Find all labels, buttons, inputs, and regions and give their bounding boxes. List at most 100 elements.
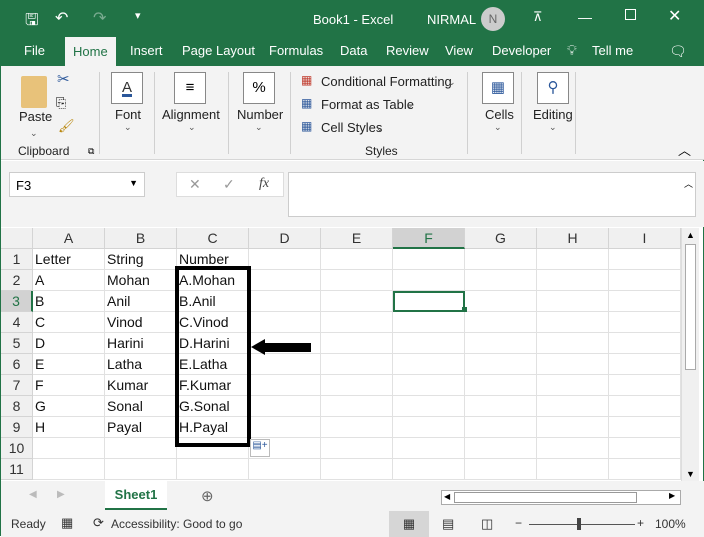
ribbon-display-icon[interactable]: ⊼ <box>533 9 543 25</box>
zoom-slider-thumb[interactable] <box>577 518 581 530</box>
tab-review[interactable]: Review <box>386 43 429 58</box>
cell-I2[interactable] <box>609 270 681 291</box>
cell-F2[interactable] <box>393 270 465 291</box>
cell-B4[interactable]: Vinod <box>105 312 177 333</box>
zoom-level[interactable]: 100% <box>655 517 686 531</box>
tab-formulas[interactable]: Formulas <box>269 43 323 58</box>
cell-B3[interactable]: Anil <box>105 291 177 312</box>
column-header-I[interactable]: I <box>609 228 681 249</box>
macro-recording-icon[interactable]: ▦ <box>61 515 73 531</box>
cancel-icon[interactable]: ✕ <box>189 176 201 193</box>
cell-G11[interactable] <box>465 459 537 480</box>
cell-H6[interactable] <box>537 354 609 375</box>
tab-data[interactable]: Data <box>340 43 367 58</box>
cell-E10[interactable] <box>321 438 393 459</box>
cell-I7[interactable] <box>609 375 681 396</box>
row-header-1[interactable]: 1 <box>1 249 33 270</box>
comments-icon[interactable]: 🗨︎ <box>669 43 687 60</box>
maximize-button[interactable] <box>625 9 636 20</box>
undo-icon[interactable]: ↶ <box>55 8 68 28</box>
cell-D3[interactable] <box>249 291 321 312</box>
cell-B9[interactable]: Payal <box>105 417 177 438</box>
avatar[interactable]: N <box>481 7 505 31</box>
cell-A3[interactable]: B <box>33 291 105 312</box>
row-header-3[interactable]: 3 <box>1 291 33 312</box>
cell-G6[interactable] <box>465 354 537 375</box>
cells-button[interactable]: Cells <box>485 107 514 122</box>
cell-A1[interactable]: Letter <box>33 249 105 270</box>
cell-H1[interactable] <box>537 249 609 270</box>
redo-icon[interactable]: ↷ <box>93 8 106 28</box>
cell-H4[interactable] <box>537 312 609 333</box>
font-icon[interactable]: A <box>111 72 143 104</box>
cell-F4[interactable] <box>393 312 465 333</box>
close-button[interactable]: ✕ <box>668 6 681 26</box>
next-sheet-icon[interactable]: ▶ <box>57 489 65 500</box>
page-break-view-icon[interactable]: ◫ <box>481 516 493 532</box>
dialog-launcher-icon[interactable]: ⧉ <box>88 146 94 157</box>
cell-D1[interactable] <box>249 249 321 270</box>
cell-G8[interactable] <box>465 396 537 417</box>
row-header-4[interactable]: 4 <box>1 312 33 333</box>
number-button[interactable]: Number <box>237 107 283 122</box>
cell-B8[interactable]: Sonal <box>105 396 177 417</box>
conditional-formatting-button[interactable]: Conditional Formatting <box>321 74 452 89</box>
cell-E1[interactable] <box>321 249 393 270</box>
font-button[interactable]: Font <box>115 107 141 122</box>
cell-G7[interactable] <box>465 375 537 396</box>
cell-B2[interactable]: Mohan <box>105 270 177 291</box>
cell-I3[interactable] <box>609 291 681 312</box>
flash-fill-options-icon[interactable]: ▤+ <box>250 439 270 457</box>
cell-F11[interactable] <box>393 459 465 480</box>
formula-input[interactable] <box>288 172 696 217</box>
enter-icon[interactable]: ✓ <box>223 176 235 193</box>
row-header-9[interactable]: 9 <box>1 417 33 438</box>
cell-F9[interactable] <box>393 417 465 438</box>
column-header-E[interactable]: E <box>321 228 393 249</box>
cell-I10[interactable] <box>609 438 681 459</box>
select-all-corner[interactable] <box>1 228 33 249</box>
row-header-10[interactable]: 10 <box>1 438 33 459</box>
scroll-right-icon[interactable]: ▶ <box>669 491 675 500</box>
cell-D8[interactable] <box>249 396 321 417</box>
cell-styles-button[interactable]: Cell Styles <box>321 120 382 135</box>
cell-B11[interactable] <box>105 459 177 480</box>
horizontal-scrollbar[interactable]: ◀ <box>441 490 681 505</box>
cell-F10[interactable] <box>393 438 465 459</box>
tab-file[interactable]: File <box>24 43 45 58</box>
minimize-button[interactable]: — <box>578 9 592 25</box>
cell-D2[interactable] <box>249 270 321 291</box>
cell-F7[interactable] <box>393 375 465 396</box>
save-icon[interactable]: 🖫 <box>25 9 39 36</box>
format-painter-icon[interactable]: 🖌︎ <box>58 118 75 134</box>
cell-I8[interactable] <box>609 396 681 417</box>
cell-H7[interactable] <box>537 375 609 396</box>
cell-D11[interactable] <box>249 459 321 480</box>
copy-icon[interactable]: ⎘ <box>56 95 66 111</box>
cell-A5[interactable]: D <box>33 333 105 354</box>
cell-F1[interactable] <box>393 249 465 270</box>
cell-A9[interactable]: H <box>33 417 105 438</box>
row-header-5[interactable]: 5 <box>1 333 33 354</box>
cell-I11[interactable] <box>609 459 681 480</box>
cell-H11[interactable] <box>537 459 609 480</box>
page-layout-view-icon[interactable]: ▤ <box>442 516 454 532</box>
paste-button[interactable]: Paste <box>19 109 52 124</box>
cell-F6[interactable] <box>393 354 465 375</box>
prev-sheet-icon[interactable]: ◀ <box>29 489 37 500</box>
tab-developer[interactable]: Developer <box>492 43 551 58</box>
column-header-B[interactable]: B <box>105 228 177 249</box>
cell-I5[interactable] <box>609 333 681 354</box>
cell-B7[interactable]: Kumar <box>105 375 177 396</box>
cell-A4[interactable]: C <box>33 312 105 333</box>
collapse-ribbon-icon[interactable]: ︿ <box>678 140 691 159</box>
cell-E9[interactable] <box>321 417 393 438</box>
name-box[interactable]: F3 ▼ <box>9 172 145 197</box>
customize-toolbar-icon[interactable]: ▾ <box>135 9 141 22</box>
cell-A8[interactable]: G <box>33 396 105 417</box>
expand-formula-bar-icon[interactable]: ︿ <box>684 177 693 190</box>
cell-I4[interactable] <box>609 312 681 333</box>
row-header-7[interactable]: 7 <box>1 375 33 396</box>
paste-icon[interactable] <box>21 76 47 108</box>
column-header-C[interactable]: C <box>177 228 249 249</box>
